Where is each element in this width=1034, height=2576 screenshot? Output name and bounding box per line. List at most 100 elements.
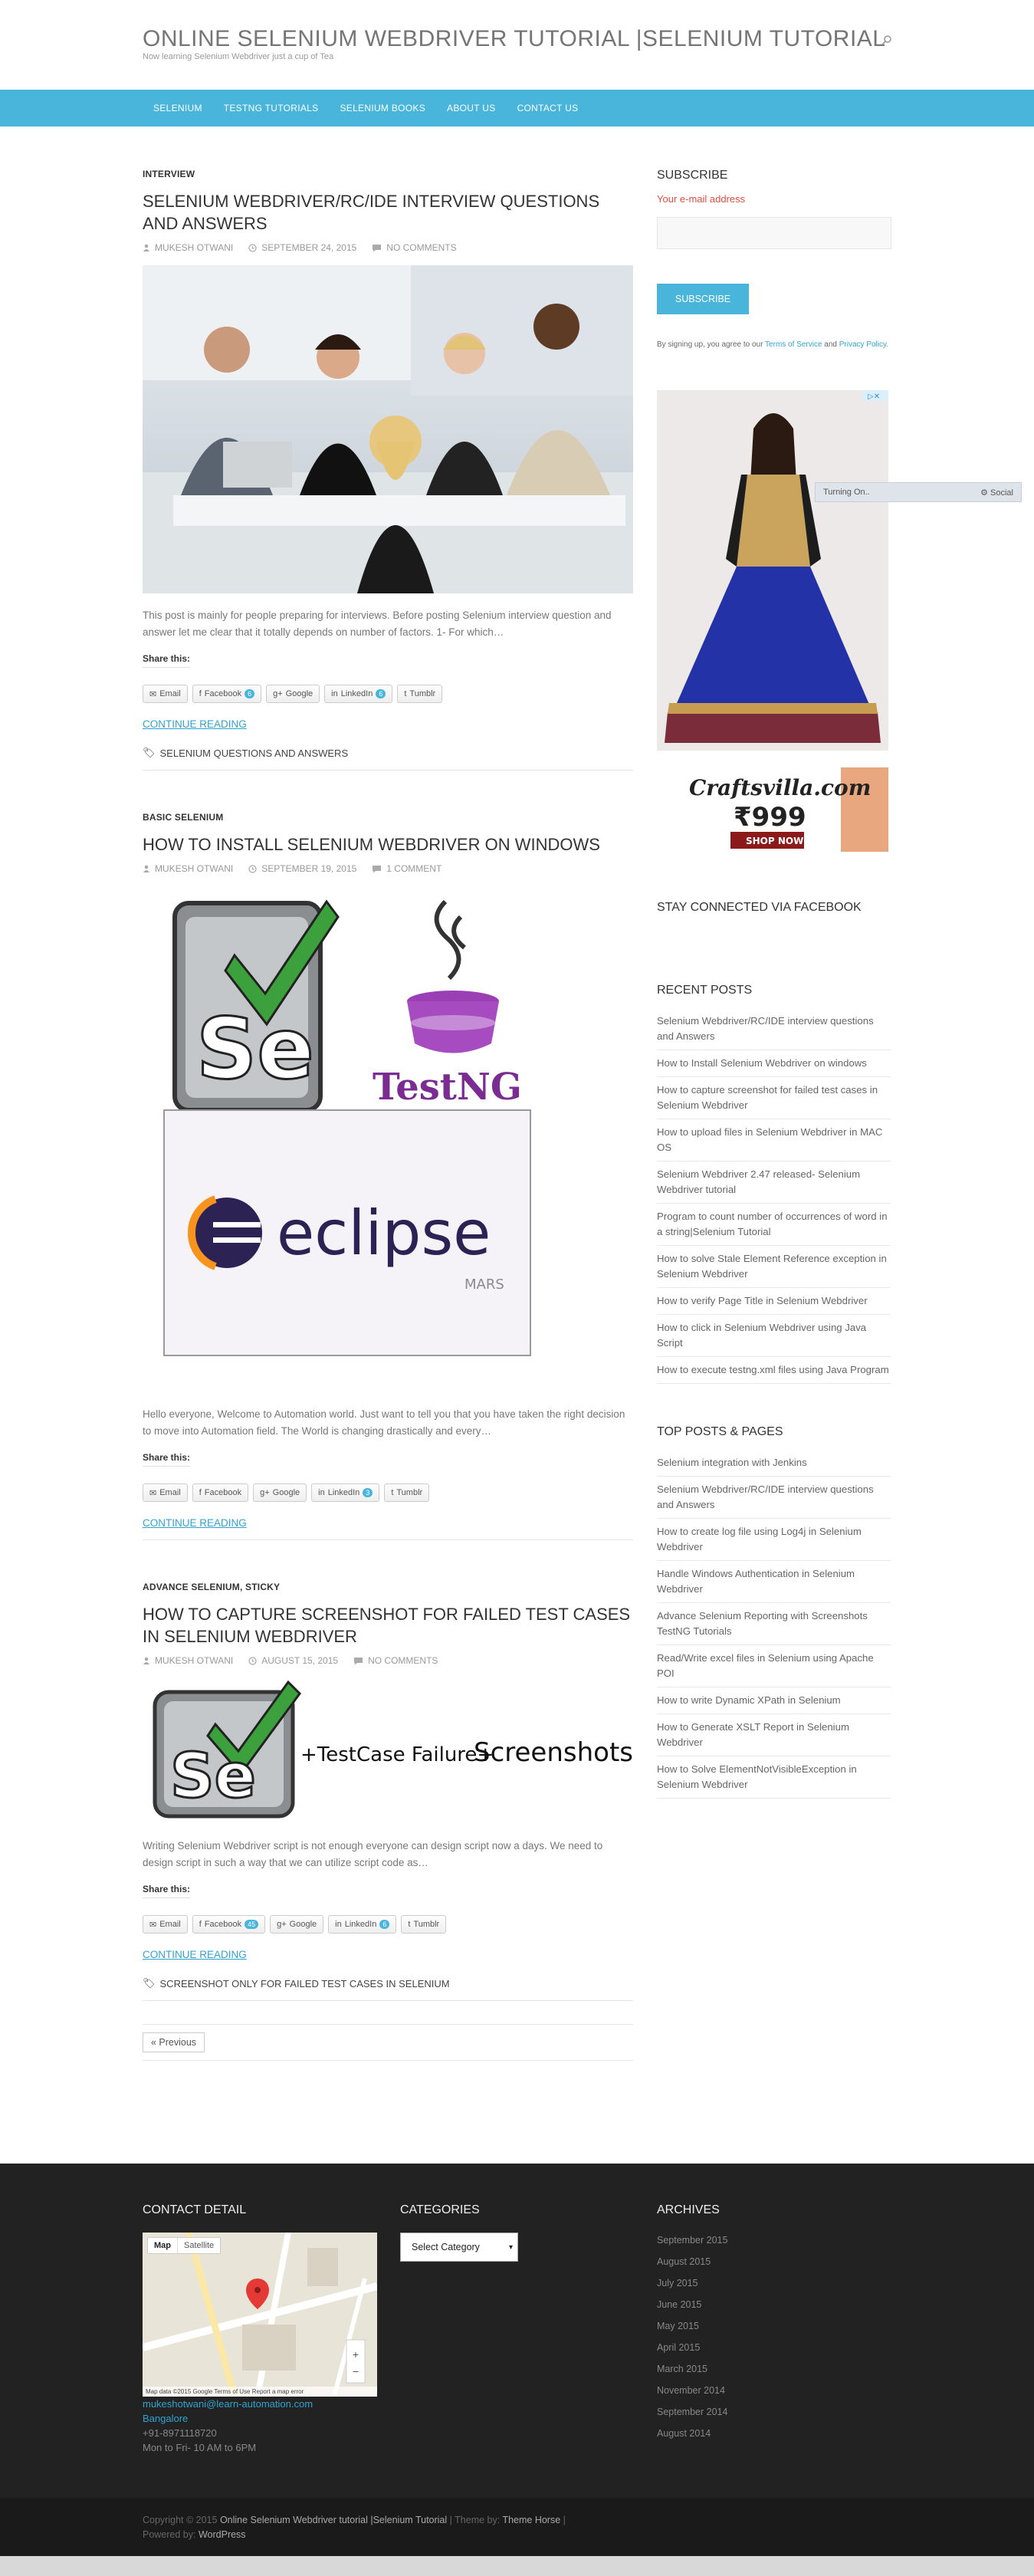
share-tumblr-button[interactable]: t Tumblr [397, 685, 443, 703]
post-category[interactable]: ADVANCE SELENIUM, STICKY [143, 1582, 633, 1592]
archive-link[interactable]: April 2015 [657, 2337, 887, 2358]
continue-reading-link[interactable]: CONTINUE READING [143, 718, 633, 730]
nav-item-testng-tutorials[interactable]: TESTNG TUTORIALS [213, 90, 330, 127]
privacy-policy-link[interactable]: Privacy Policy. [839, 340, 888, 349]
post-image-interview[interactable] [143, 265, 633, 593]
recent-post-link[interactable]: How to solve Stale Element Reference exc… [657, 1246, 891, 1288]
top-post-link[interactable]: How to write Dynamic XPath in Selenium [657, 1687, 891, 1714]
copyright-text: Copyright © 2015 Online Selenium Webdriv… [143, 2515, 566, 2540]
archive-link[interactable]: May 2015 [657, 2315, 887, 2337]
post-comments[interactable]: NO COMMENTS [386, 242, 456, 253]
post-title[interactable]: SELENIUM WEBDRIVER/RC/IDE INTERVIEW QUES… [143, 190, 633, 235]
recent-post-link[interactable]: How to execute testng.xml files using Ja… [657, 1357, 891, 1384]
ad-price: ₹999 [734, 802, 806, 833]
category-select[interactable]: Select Category ▾ [400, 2233, 518, 2262]
archive-link[interactable]: July 2015 [657, 2272, 887, 2294]
zoom-controls[interactable]: + − [351, 2346, 360, 2380]
post-tag-link[interactable]: SELENIUM QUESTIONS AND ANSWERS [160, 748, 349, 759]
share-email-button[interactable]: ✉ Email [143, 1484, 188, 1502]
recent-post-link[interactable]: How to capture screenshot for failed tes… [657, 1077, 891, 1119]
share-email-button[interactable]: ✉ Email [143, 685, 188, 703]
share-google-button[interactable]: g+ Google [266, 685, 320, 703]
recent-post-link[interactable]: How to upload files in Selenium Webdrive… [657, 1119, 891, 1162]
post-title[interactable]: HOW TO CAPTURE SCREENSHOT FOR FAILED TES… [143, 1603, 633, 1648]
post-author[interactable]: MUKESH OTWANI [155, 863, 233, 874]
share-facebook-button[interactable]: f Facebook 45 [192, 1915, 266, 1934]
share-linkedin-button[interactable]: in LinkedIn 6 [328, 1915, 397, 1934]
email-input[interactable] [657, 217, 891, 249]
archive-link[interactable]: September 2014 [657, 2401, 887, 2423]
post-comments[interactable]: NO COMMENTS [368, 1655, 438, 1666]
share-tumblr-button[interactable]: t Tumblr [384, 1484, 430, 1502]
theme-link[interactable]: Theme Horse [502, 2515, 560, 2525]
google-plus-icon: g+ [273, 689, 283, 698]
nav-item-about-us[interactable]: ABOUT US [436, 90, 507, 127]
post-image-install[interactable]: Se TestNG eclipse MARS [143, 886, 633, 1392]
recent-post-link[interactable]: How to verify Page Title in Selenium Web… [657, 1288, 891, 1315]
social-toggle[interactable]: ⚙ Social [980, 488, 1013, 498]
top-post-link[interactable]: Selenium integration with Jenkins [657, 1450, 891, 1477]
search-icon[interactable] [881, 34, 892, 45]
satellite-tab[interactable]: Satellite [177, 2238, 220, 2253]
top-post-link[interactable]: How to Generate XSLT Report in Selenium … [657, 1714, 891, 1756]
site-title[interactable]: ONLINE SELENIUM WEBDRIVER TUTORIAL |SELE… [143, 26, 886, 52]
copyright-bar: Copyright © 2015 Online Selenium Webdriv… [0, 2498, 1034, 2556]
post-date[interactable]: AUGUST 15, 2015 [261, 1655, 338, 1666]
share-google-button[interactable]: g+ Google [270, 1915, 324, 1934]
copyright-site-link[interactable]: Online Selenium Webdriver tutorial |Sele… [220, 2515, 447, 2525]
continue-reading-link[interactable]: CONTINUE READING [143, 1517, 633, 1529]
ad-brand: Craftsvilla.com [689, 775, 871, 800]
social-toolbar-overlay[interactable]: Turning On.. ⚙ Social [815, 482, 1022, 502]
post-image-screenshot[interactable]: Se +TestCase Failure+ Screenshots [143, 1678, 633, 1824]
post-tag-link[interactable]: SCREENSHOT ONLY FOR FAILED TEST CASES IN… [160, 1978, 450, 1990]
share-email-button[interactable]: ✉ Email [143, 1915, 188, 1934]
archive-link[interactable]: November 2014 [657, 2380, 887, 2401]
top-post-link[interactable]: Read/Write excel files in Selenium using… [657, 1645, 891, 1687]
share-linkedin-button[interactable]: in LinkedIn 6 [324, 685, 393, 703]
archive-link[interactable]: June 2015 [657, 2294, 887, 2315]
top-post-link[interactable]: How to Solve ElementNotVisibleException … [657, 1756, 891, 1799]
share-tumblr-button[interactable]: t Tumblr [401, 1915, 447, 1934]
recent-post-link[interactable]: Program to count number of occurrences o… [657, 1204, 891, 1246]
post-comments[interactable]: 1 COMMENT [386, 863, 442, 874]
contact-city-link[interactable]: Bangalore [143, 2411, 380, 2426]
nav-item-contact-us[interactable]: CONTACT US [507, 90, 589, 127]
post-date[interactable]: SEPTEMBER 19, 2015 [261, 863, 356, 874]
top-posts-list: Selenium integration with Jenkins Seleni… [657, 1450, 891, 1799]
post-category[interactable]: INTERVIEW [143, 169, 633, 179]
top-post-link[interactable]: Selenium Webdriver/RC/IDE interview ques… [657, 1477, 891, 1519]
contact-email-link[interactable]: mukeshotwani@learn-automation.com [143, 2397, 380, 2411]
post-author[interactable]: MUKESH OTWANI [155, 1655, 233, 1666]
share-google-button[interactable]: g+ Google [253, 1484, 307, 1502]
top-post-link[interactable]: Advance Selenium Reporting with Screensh… [657, 1603, 891, 1645]
post-date[interactable]: SEPTEMBER 24, 2015 [261, 242, 356, 253]
terms-of-service-link[interactable]: Terms of Service [765, 340, 822, 349]
archive-link[interactable]: August 2015 [657, 2251, 887, 2272]
top-post-link[interactable]: How to create log file using Log4j in Se… [657, 1519, 891, 1561]
subscribe-button[interactable]: SUBSCRIBE [657, 284, 749, 314]
contact-map[interactable]: Map Satellite + − Map data ©2015 Google T… [143, 2233, 377, 2397]
top-post-link[interactable]: Handle Windows Authentication in Seleniu… [657, 1561, 891, 1603]
advertisement[interactable]: Craftsvilla.com ₹999 SHOP NOW ▷✕ [657, 390, 888, 852]
recent-post-link[interactable]: How to Install Selenium Webdriver on win… [657, 1050, 891, 1077]
facebook-icon: f [199, 1488, 202, 1497]
nav-item-selenium-books[interactable]: SELENIUM BOOKS [329, 90, 436, 127]
nav-item-selenium[interactable]: SELENIUM [143, 90, 213, 127]
archive-link[interactable]: September 2015 [657, 2229, 887, 2251]
recent-post-link[interactable]: Selenium Webdriver 2.47 released- Seleni… [657, 1162, 891, 1204]
post-author[interactable]: MUKESH OTWANI [155, 242, 233, 253]
recent-post-link[interactable]: How to click in Selenium Webdriver using… [657, 1315, 891, 1357]
share-facebook-button[interactable]: f Facebook [192, 1484, 249, 1502]
share-facebook-button[interactable]: f Facebook 6 [192, 685, 262, 703]
previous-page-button[interactable]: « Previous [143, 2032, 205, 2052]
tumblr-icon: t [408, 1920, 411, 1929]
map-tab[interactable]: Map [148, 2238, 177, 2253]
wordpress-link[interactable]: WordPress [199, 2529, 246, 2540]
continue-reading-link[interactable]: CONTINUE READING [143, 1949, 633, 1960]
share-linkedin-button[interactable]: in LinkedIn 3 [311, 1484, 380, 1502]
archive-link[interactable]: August 2014 [657, 2423, 887, 2444]
post-title[interactable]: HOW TO INSTALL SELENIUM WEBDRIVER ON WIN… [143, 833, 633, 856]
recent-post-link[interactable]: Selenium Webdriver/RC/IDE interview ques… [657, 1008, 891, 1050]
post-category[interactable]: BASIC SELENIUM [143, 812, 633, 823]
archive-link[interactable]: March 2015 [657, 2358, 887, 2380]
